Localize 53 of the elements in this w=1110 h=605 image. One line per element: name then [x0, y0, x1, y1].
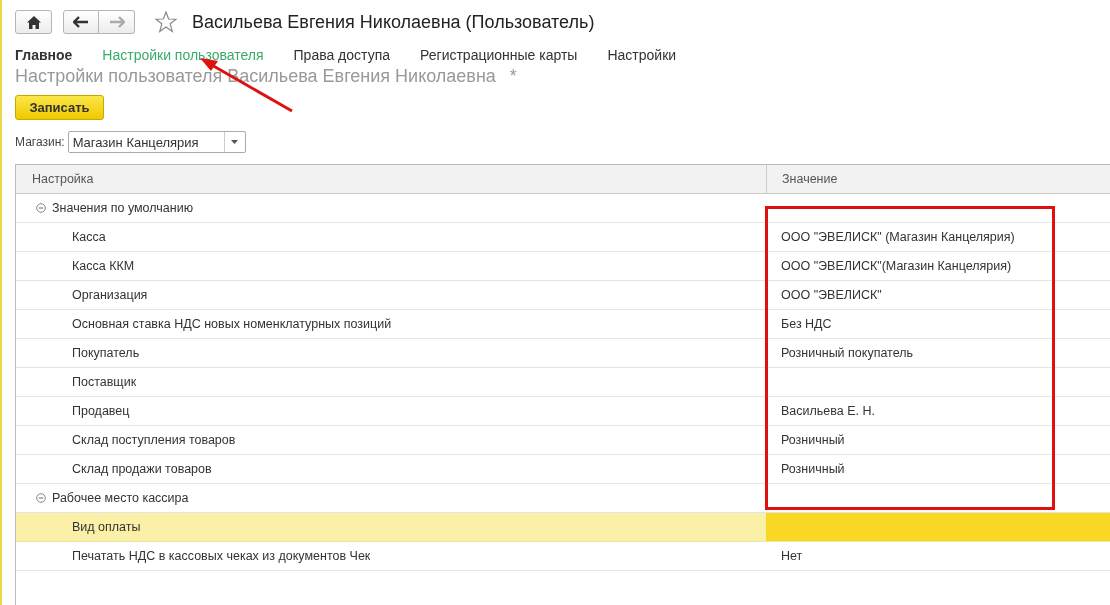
table-row[interactable]: Покупатель Розничный покупатель	[16, 339, 1110, 368]
table-row[interactable]: Продавец Васильева Е. Н.	[16, 397, 1110, 426]
modified-mark: *	[509, 66, 517, 87]
table-row[interactable]: Касса ООО "ЭВЕЛИСК" (Магазин Канцелярия)	[16, 223, 1110, 252]
table-row[interactable]: Поставщик	[16, 368, 1110, 397]
setting-name: Вид оплаты	[72, 520, 141, 534]
setting-name: Касса	[72, 230, 106, 244]
tab[interactable]: Права доступа	[293, 47, 390, 63]
setting-name: Покупатель	[72, 346, 140, 360]
tab[interactable]: Настройки	[607, 47, 677, 63]
setting-value: Нет	[781, 549, 803, 563]
dropdown-caret-icon	[231, 140, 239, 144]
table-row[interactable]: Основная ставка НДС новых номенклатурных позиций Без НДС	[16, 310, 1110, 339]
column-header: Значение	[782, 172, 838, 186]
setting-value: Васильева Е. Н.	[781, 404, 875, 418]
group-label: Рабочее место кассира	[52, 491, 189, 505]
collapse-toggle-icon[interactable]	[36, 493, 46, 503]
setting-name: Организация	[72, 288, 148, 302]
setting-value: Без НДС	[781, 317, 832, 331]
setting-value: Розничный покупатель	[781, 346, 914, 360]
table-row[interactable]: Склад продажи товаров Розничный	[16, 455, 1110, 484]
setting-value: ООО "ЭВЕЛИСК"(Магазин Канцелярия)	[781, 259, 1012, 273]
star-icon[interactable]	[155, 11, 177, 33]
window-title: Васильева Евгения Николаевна (Пользователь)	[192, 11, 595, 33]
left-arrow-icon	[73, 16, 89, 28]
table-row[interactable]: Склад поступления товаров Розничный	[16, 426, 1110, 455]
tab[interactable]: Главное	[15, 47, 73, 63]
home-button[interactable]	[15, 10, 52, 34]
setting-value: ООО "ЭВЕЛИСК" (Магазин Канцелярия)	[781, 230, 1015, 244]
table-row[interactable]: Организация ООО "ЭВЕЛИСК"	[16, 281, 1110, 310]
table-row[interactable]: Печатать НДС в кассовых чеках из документов Чек Нет	[16, 542, 1110, 571]
setting-name: Поставщик	[72, 375, 137, 389]
group-label: Значения по умолчанию	[52, 201, 194, 215]
back-button[interactable]	[63, 10, 99, 34]
setting-name: Основная ставка НДС новых номенклатурных позиций	[72, 317, 392, 331]
home-icon	[26, 15, 41, 29]
setting-name: Касса ККМ	[72, 259, 135, 273]
setting-name: Склад продажи товаров	[72, 462, 212, 476]
tab[interactable]: Регистрационные карты	[420, 47, 578, 63]
setting-name: Печатать НДС в кассовых чеках из документов Чек	[72, 549, 371, 563]
store-dropdown[interactable]: Магазин Канцелярия	[67, 131, 246, 153]
save-button[interactable]: Записать	[15, 95, 104, 120]
setting-name: Продавец	[72, 404, 130, 418]
collapse-toggle-icon[interactable]	[36, 203, 46, 213]
setting-value: Розничный	[781, 462, 845, 476]
column-header: Настройка	[32, 172, 94, 186]
store-label: Магазин:	[15, 135, 65, 149]
table-row[interactable]: Касса ККМ ООО "ЭВЕЛИСК"(Магазин Канцелярия)	[16, 252, 1110, 281]
form-title: Настройки пользователя Васильева Евгения Николаевна	[15, 66, 496, 87]
right-arrow-icon	[108, 16, 125, 28]
setting-name: Склад поступления товаров	[72, 433, 236, 447]
setting-value: ООО "ЭВЕЛИСК"	[781, 288, 882, 302]
setting-value: Розничный	[781, 433, 845, 447]
